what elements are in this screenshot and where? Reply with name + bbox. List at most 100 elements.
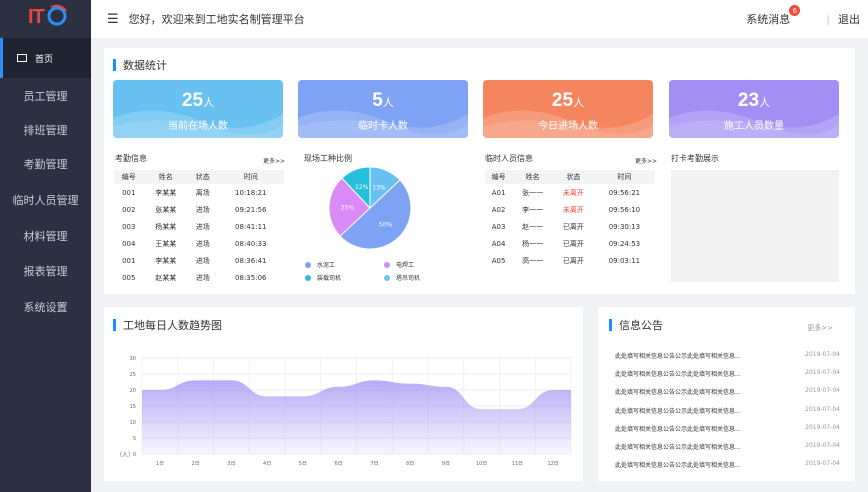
table-cell: 未离开: [562, 205, 584, 214]
table-row[interactable]: A03 赵一一 已离开 09:30:13: [485, 218, 655, 235]
x-tick-label: 7日: [370, 461, 378, 467]
stat-label: 当前在场人数: [168, 121, 228, 132]
notice-item[interactable]: 此处填写相关信息公告公示此处填写相关信息... 2019-07-04: [615, 351, 840, 360]
sidebar-item-3[interactable]: 排班管理: [0, 113, 91, 147]
table-cell: 李某某: [155, 256, 177, 265]
table-row[interactable]: A04 杨一一 已离开 09:24:53: [485, 235, 655, 252]
notice-text: 此处填写相关信息公告公示此处填写相关信息...: [615, 371, 741, 379]
trend-point[interactable]: [373, 379, 375, 381]
table-cell: 离场: [195, 188, 210, 197]
welcome-text: 您好，欢迎来到工地实名制管理平台: [128, 13, 305, 26]
stat-card-4[interactable]: 23人 施工人员数量: [669, 80, 839, 138]
table-row[interactable]: 001 李某某 离场 10:18:21: [114, 184, 284, 201]
trend-point[interactable]: [159, 389, 161, 391]
trend-point[interactable]: [552, 389, 554, 391]
table-row[interactable]: 003 杨某某 进场 08:41:11: [114, 218, 284, 235]
y-tick-label: 15: [130, 404, 136, 410]
sidebar-item-5[interactable]: 临时人员管理: [0, 181, 91, 218]
sidebar-item-1[interactable]: 首页: [0, 38, 91, 78]
sidebar-item-label: 报表管理: [23, 265, 68, 278]
stat-label: 临时卡人数: [358, 121, 408, 132]
temp-more-link[interactable]: 更多>>: [635, 156, 657, 165]
trend-point[interactable]: [409, 383, 411, 385]
legend-label: 装载司机: [317, 275, 342, 282]
stat-card-3[interactable]: 25人 今日进场人数: [483, 80, 653, 138]
notice-text: 此处填写相关信息公告公示此处填写相关信息...: [615, 425, 741, 433]
trend-point[interactable]: [230, 379, 232, 381]
legend-swatch: [384, 274, 390, 281]
sidebar-item-label: 临时人员管理: [12, 193, 79, 207]
table-cell: 09:56:10: [608, 205, 641, 214]
table-cell: 进场: [195, 222, 210, 231]
notice-more-link[interactable]: 更多>>: [807, 323, 833, 333]
notice-text: 此处填写相关信息公告公示此处填写相关信息...: [615, 407, 741, 415]
table-row[interactable]: A01 张一一 未离开 09:56:21: [485, 184, 655, 201]
table-cell: A03: [491, 222, 506, 231]
table-cell: 赵一一: [522, 222, 544, 231]
sidebar-item-7[interactable]: 报表管理: [0, 253, 91, 289]
sidebar-item-2[interactable]: 员工管理: [0, 78, 91, 113]
notice-item[interactable]: 此处填写相关信息公告公示此处填写相关信息... 2019-07-04: [615, 424, 840, 433]
attendance-title: 考勤信息: [115, 154, 147, 163]
legend-item[interactable]: 装载司机: [305, 273, 341, 282]
trades-pie-chart: 50% 25% 12% 13%: [328, 166, 412, 250]
stat-value: 5人: [372, 90, 394, 111]
notice-item[interactable]: 此处填写相关信息公告公示此处填写相关信息... 2019-07-04: [615, 387, 840, 396]
trend-point[interactable]: [481, 408, 483, 410]
table-cell: 未离开: [562, 188, 584, 197]
table-cell: 09:03:11: [608, 256, 641, 265]
table-cell: A04: [491, 239, 506, 248]
column-header: 时间: [593, 170, 655, 184]
stats-title-text: 数据统计: [123, 59, 167, 72]
trend-point[interactable]: [516, 408, 518, 410]
sidebar-item-6[interactable]: 材料管理: [0, 218, 91, 253]
trend-point[interactable]: [445, 386, 447, 388]
legend-item[interactable]: 塔吊司机: [384, 273, 420, 282]
column-header: 编号: [114, 170, 144, 184]
y-tick-label: 10: [130, 420, 136, 426]
attendance-more-link[interactable]: 更多>>: [263, 156, 285, 165]
notice-item[interactable]: 此处填写相关信息公告公示此处填写相关信息... 2019-07-04: [615, 460, 840, 469]
y-tick-label: 20: [130, 388, 136, 394]
table-cell: 09:21:56: [235, 205, 267, 214]
table-cell: 王某某: [155, 239, 177, 248]
table-row[interactable]: 001 李某某 进场 08:36:41: [114, 252, 284, 269]
trend-point[interactable]: [266, 395, 268, 397]
logout-button[interactable]: 退出: [838, 11, 860, 27]
sidebar-item-4[interactable]: 考勤管理: [0, 147, 91, 181]
sidebar-item-label: 材料管理: [23, 229, 68, 243]
trend-point[interactable]: [195, 379, 197, 381]
notice-item[interactable]: 此处填写相关信息公告公示此处填写相关信息... 2019-07-04: [615, 369, 840, 378]
table-cell: 进场: [195, 239, 210, 248]
sidebar-item-label: 系统设置: [23, 301, 68, 314]
trend-panel: 工地每日人数趋势图 0 5 10 15 20 25 30 1日 2日 3日 4日 5日 6日 7日 8日 9日…: [104, 307, 583, 481]
menu-toggle-icon[interactable]: ☰: [107, 12, 119, 27]
table-row[interactable]: A02 李一一 未离开 09:56:10: [485, 201, 655, 218]
table-cell: 09:24:53: [608, 239, 641, 248]
trend-point[interactable]: [302, 395, 304, 397]
stat-card-2[interactable]: 5人临时卡人数: [298, 80, 468, 138]
notice-item[interactable]: 此处填写相关信息公告公示此处填写相关信息... 2019-07-04: [615, 406, 840, 415]
table-cell: A01: [491, 188, 506, 197]
table-row[interactable]: 004 王某某 进场 08:40:33: [114, 235, 284, 252]
trend-point[interactable]: [338, 386, 340, 388]
table-cell: 09:30:13: [608, 222, 641, 231]
notice-item[interactable]: 此处填写相关信息公告公示此处填写相关信息... 2019-07-04: [615, 442, 840, 451]
x-tick-label: 6日: [335, 461, 343, 467]
stat-label: 施工人员数量: [724, 121, 784, 132]
legend-item[interactable]: 电焊工: [384, 260, 414, 269]
y-tick-label: 30: [130, 356, 136, 362]
logo: IT: [0, 0, 91, 38]
table-row[interactable]: 002 张某某 进场 09:21:56: [114, 201, 284, 218]
table-row[interactable]: A05 高一一 已离开 09:03:11: [485, 252, 655, 269]
messages-button[interactable]: 系统消息 6: [746, 5, 801, 27]
stat-card-1[interactable]: 25人 当前在场人数: [113, 80, 283, 138]
topbar: ☰ 您好，欢迎来到工地实名制管理平台 系统消息 6 | 退出: [91, 0, 868, 38]
table-cell: 08:40:33: [235, 239, 267, 248]
sidebar-item-8[interactable]: 系统设置: [0, 289, 91, 325]
legend-item[interactable]: 水泥工: [305, 260, 335, 269]
messages-label: 系统消息: [746, 13, 791, 26]
notice-panel: 信息公告 更多>> 此处填写相关信息公告公示此处填写相关信息... 2019-07…: [598, 307, 855, 481]
notice-date: 2019-07-04: [805, 351, 840, 358]
table-row[interactable]: 005 赵某某 进场 08:35:06: [114, 269, 284, 286]
